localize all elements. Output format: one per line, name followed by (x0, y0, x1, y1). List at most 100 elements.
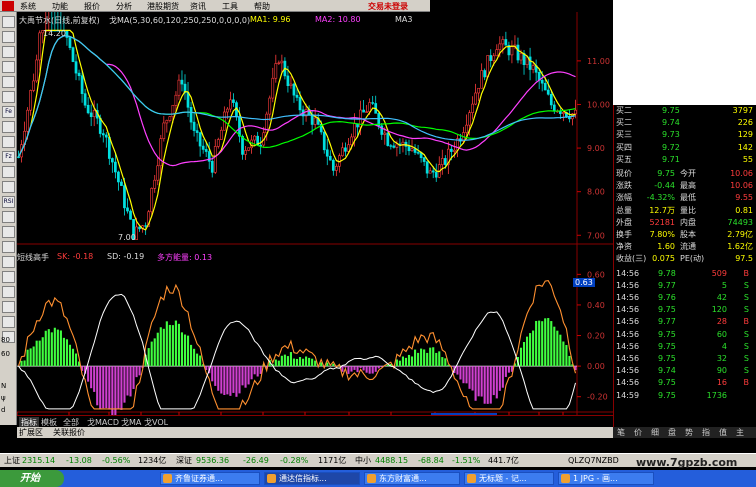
toolbar-button[interactable] (2, 286, 15, 298)
menu-tools[interactable]: 工具 (222, 1, 238, 12)
candle-body (29, 90, 32, 111)
order-volume: 142 (737, 142, 753, 152)
sh-value: 2315.14 (22, 456, 56, 465)
toolbar-button[interactable] (2, 136, 15, 148)
menu-hk-futures[interactable]: 港股期货 (147, 1, 179, 12)
toolbar-button[interactable] (2, 181, 15, 193)
candle-body (325, 149, 329, 157)
tick-side: S (743, 280, 749, 290)
tick-time: 14:59 (616, 390, 640, 400)
toolbar-button[interactable] (2, 16, 15, 28)
candle-body (129, 210, 132, 220)
toolbar-button[interactable] (2, 301, 15, 313)
paint-icon (561, 474, 570, 483)
high-price-label: 14.20 (43, 29, 66, 38)
candle-body (210, 160, 214, 173)
candle-body (289, 83, 293, 86)
menu-help[interactable]: 帮助 (254, 1, 270, 12)
menu-news[interactable]: 资讯 (190, 1, 206, 12)
candle-body (277, 62, 281, 64)
quote-tab[interactable]: 笔 (617, 427, 625, 438)
task-qilu[interactable]: 齐鲁证券通... (160, 472, 260, 485)
toolbar-button[interactable] (2, 91, 15, 103)
chart-area[interactable]: 11.00 10.00 9.00 8.00 7.00 0.60 0.40 0.20 0.00 -0… (17, 12, 613, 427)
candle-body (546, 89, 550, 95)
candle-body (407, 146, 411, 152)
candle-body (226, 108, 229, 113)
ma3-label: MA3 (395, 15, 413, 24)
tick-volume: 32 (716, 354, 727, 363)
candle-body (516, 44, 520, 61)
price-axis-label: 7.00 (587, 231, 605, 240)
candle-body (241, 135, 244, 155)
candle-body (431, 170, 435, 173)
toolbar-button[interactable] (2, 31, 15, 43)
quote-tab[interactable]: 值 (719, 427, 727, 438)
tab-related-quote[interactable]: 关联报价 (53, 427, 85, 438)
order-label: 买五 (616, 154, 632, 164)
tick-volume: 1736 (706, 390, 727, 400)
stat-label: 最高 (680, 181, 696, 191)
quote-tab[interactable]: 指 (702, 427, 710, 438)
candle-body (501, 39, 505, 45)
toolbar-button[interactable] (2, 226, 15, 238)
trade-login-status[interactable]: 交易未登录 (368, 1, 408, 12)
stat-label: 今开 (680, 169, 696, 178)
quote-tab[interactable]: 势 (685, 427, 693, 438)
sz-change: -26.49 (243, 456, 269, 465)
quote-tab[interactable]: 盘 (668, 427, 676, 438)
menu-system[interactable]: 系统 (20, 1, 36, 12)
toolbar-button[interactable] (2, 166, 15, 178)
quote-tab[interactable]: 主 (736, 427, 744, 438)
task-eastmoney[interactable]: 东方财富通... (364, 472, 460, 485)
candle-body (171, 104, 175, 117)
menu-analysis[interactable]: 分析 (116, 1, 132, 12)
task-paint[interactable]: 1 JPG - 画... (558, 472, 654, 485)
stat-row: 现价 9.75 今开 10.06 (616, 168, 755, 179)
candle-body (344, 147, 347, 152)
sub-current-value: 0.63 (573, 278, 595, 287)
toolbar-button[interactable] (2, 211, 15, 223)
candle-body (483, 70, 487, 78)
tick-time: 14:56 (616, 329, 640, 339)
candle-body (86, 104, 90, 114)
toolbar-button[interactable]: RSI (2, 196, 15, 208)
bid-row: 买五 9.71 55 (616, 154, 755, 165)
task-tdx[interactable]: 通达信指标... (264, 472, 360, 485)
toolbar-button[interactable] (2, 241, 15, 253)
stat-value: 0.81 (735, 205, 753, 215)
tick-row: 14:56 9.75 60 S (616, 329, 755, 340)
candle-body (216, 139, 220, 147)
candle-body (295, 94, 299, 98)
notepad-icon (467, 474, 476, 483)
bid-row: 买二 9.75 3797 (616, 105, 755, 116)
toolbar-button[interactable] (2, 61, 15, 73)
toolbar-button[interactable]: Fz (2, 151, 15, 163)
candle-body (519, 53, 523, 61)
task-notepad[interactable]: 无标题 - 记... (464, 472, 554, 485)
order-price: 9.72 (662, 142, 680, 152)
toolbar-button[interactable] (2, 121, 15, 133)
start-button[interactable]: 开始 (0, 470, 64, 487)
toolbar-button[interactable] (2, 316, 15, 328)
candle-body (89, 112, 93, 118)
menu-function[interactable]: 功能 (52, 1, 68, 12)
candle-body (486, 55, 490, 78)
tab-expand[interactable]: 扩展区 (19, 427, 43, 438)
quote-tab[interactable]: 价 (634, 427, 642, 438)
quote-tabs: 笔价细盘势指值主 (613, 427, 756, 438)
toolbar-button[interactable] (2, 76, 15, 88)
toolbar-button[interactable] (2, 271, 15, 283)
toolbar-button[interactable] (2, 256, 15, 268)
stat-label: 涨幅 (616, 193, 632, 203)
tick-price: 9.77 (658, 280, 676, 290)
tick-price: 9.74 (658, 366, 676, 376)
candle-body (362, 109, 365, 113)
app-icon (367, 474, 376, 483)
stat-label: 流通 (680, 242, 696, 252)
quote-tab[interactable]: 细 (651, 427, 659, 438)
toolbar-button[interactable]: Fe (2, 106, 15, 118)
menu-quote[interactable]: 报价 (84, 1, 100, 12)
toolbar-button[interactable] (2, 46, 15, 58)
candle-body (492, 55, 496, 61)
